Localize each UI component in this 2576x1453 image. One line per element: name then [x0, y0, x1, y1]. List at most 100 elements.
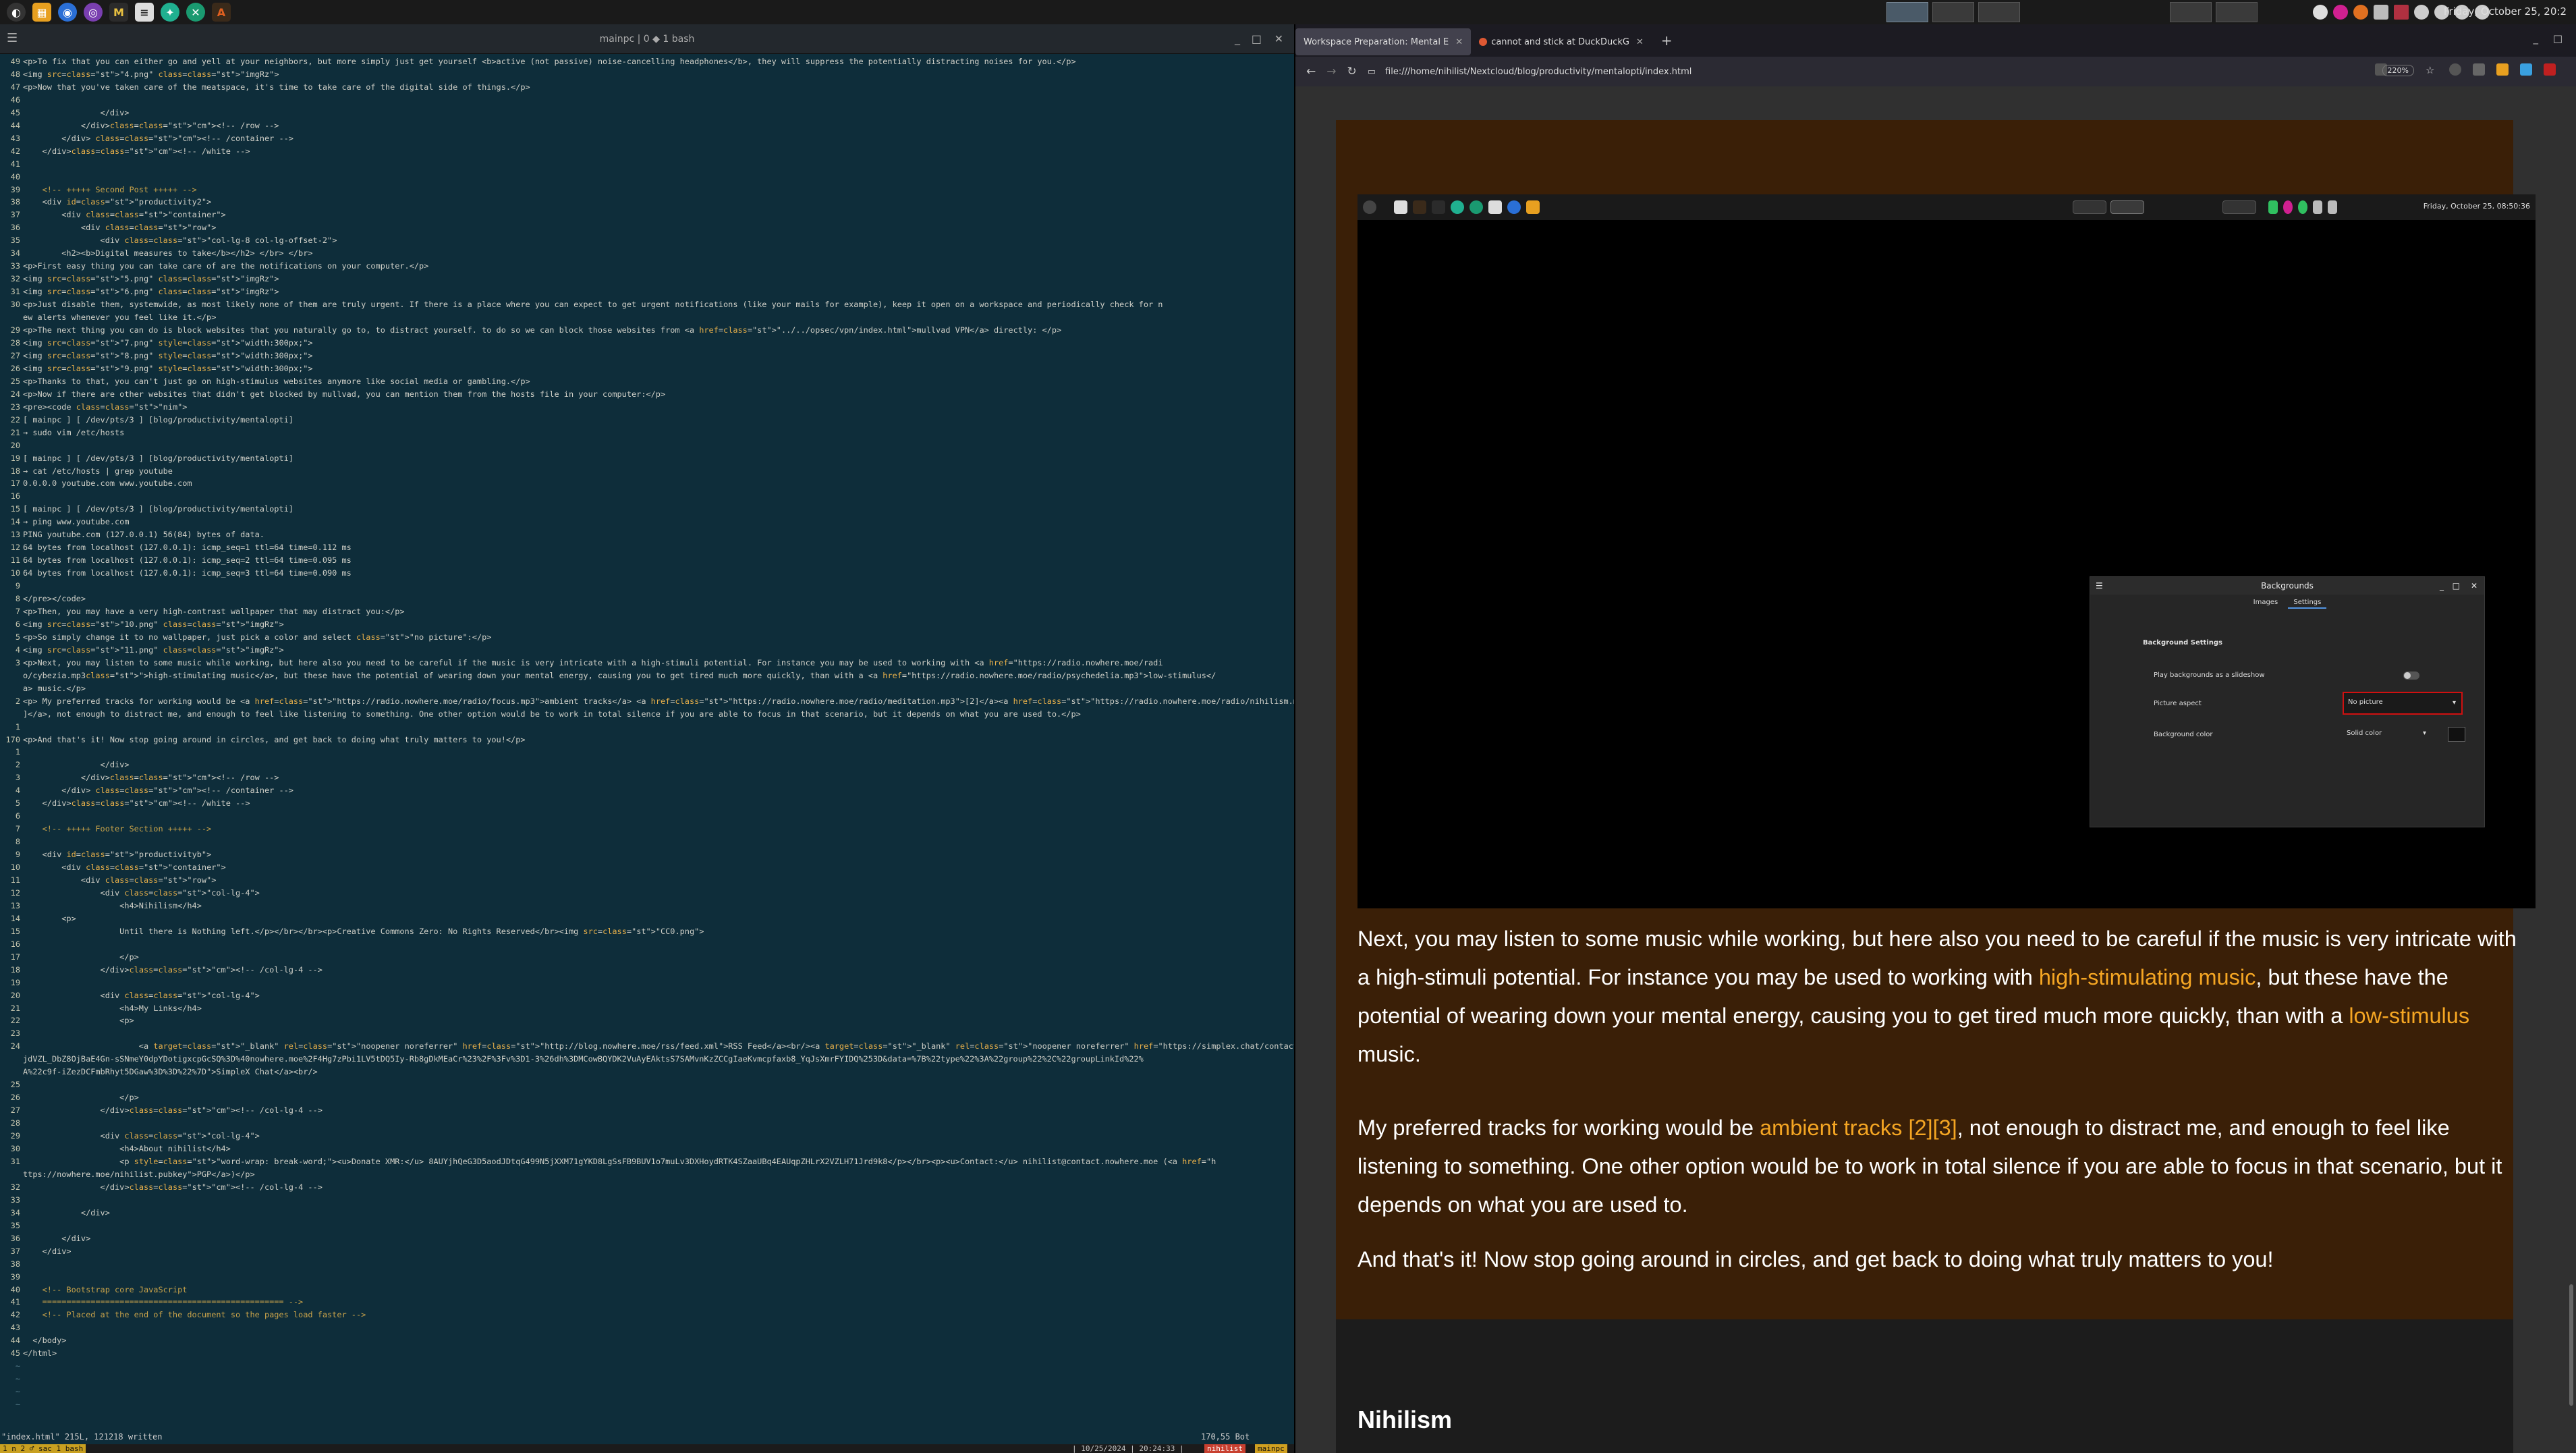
tmux-windows[interactable]: 1 n 2 ♂ sac 1 bash: [0, 1444, 86, 1453]
code-line: 23: [3, 1027, 1294, 1040]
paragraph-music: Next, you may listen to some music while…: [1357, 920, 2525, 1074]
flag-icon[interactable]: [2394, 5, 2409, 20]
close-icon[interactable]: ✕: [1275, 32, 1283, 45]
code-text: a> music.</p>: [23, 683, 86, 693]
backgrounds-dialog: ☰ Backgrounds _ □ ✕ Images Settings Back…: [2090, 576, 2485, 827]
link-track-3[interactable]: [3]: [1933, 1116, 1957, 1140]
tab-active[interactable]: Workspace Preparation: Mental E ✕: [1295, 28, 1472, 55]
line-number: 12: [10, 887, 20, 898]
code-text: <div class=class="st">"container">: [23, 210, 226, 220]
new-tab-icon[interactable]: +: [1661, 32, 1673, 49]
page-viewport[interactable]: Friday, October 25, 08:50:36 ☰ Backgroun…: [1295, 86, 2576, 1453]
line-number: 31: [10, 1156, 20, 1166]
slideshow-label: Play backgrounds as a slideshow: [2154, 671, 2265, 679]
code-line: ~: [3, 1373, 1294, 1386]
page-scrollbar[interactable]: [2569, 1284, 2573, 1406]
code-line: 6 <img src=class="st">"10.png" class=clas…: [3, 618, 1294, 631]
app-icon[interactable]: ✕: [186, 3, 205, 22]
code-text: <img src=class="st">"6.png" class=class=…: [23, 287, 279, 297]
printer-icon[interactable]: [2374, 5, 2388, 20]
code-text: 0.0.0.0 youtube.com www.youtube.com: [23, 478, 192, 489]
line-number: 29: [10, 1131, 20, 1141]
workspace-3[interactable]: [1978, 2, 2020, 22]
window-1[interactable]: [2170, 2, 2212, 22]
volume-icon[interactable]: [2414, 5, 2429, 20]
close-icon: ✕: [2470, 581, 2477, 591]
maximize-icon[interactable]: □: [1252, 32, 1262, 45]
maximize-icon[interactable]: □: [2553, 32, 2563, 45]
maximize-icon: □: [2452, 581, 2460, 591]
line-number: 3: [15, 773, 20, 783]
vim-buffer[interactable]: 49 <p>To fix that you can either go and y…: [0, 55, 1294, 1432]
firefox-icon[interactable]: ◉: [58, 3, 77, 22]
code-line: 31 <img src=class="st">"6.png" class=clas…: [3, 285, 1294, 298]
forward-icon[interactable]: →: [1326, 65, 1336, 78]
line-number: 37: [10, 210, 20, 220]
editor-icon[interactable]: ≡: [135, 3, 154, 22]
extension-icon[interactable]: [2473, 63, 2485, 76]
code-line: 6: [3, 810, 1294, 823]
code-line: 35 <div class=class="st">"col-lg-8 col-l…: [3, 234, 1294, 247]
code-text: <div class=class="st">"container">: [23, 862, 226, 873]
workspace-1[interactable]: [1886, 2, 1928, 22]
app-tray-icon: [2298, 200, 2307, 214]
zoom-level[interactable]: 220%: [2382, 65, 2414, 76]
url-bar[interactable]: file:///home/nihilist/Nextcloud/blog/pro…: [1385, 67, 1691, 77]
code-line: 15[ mainpc ] [ /dev/pts/3 ] [blog/produc…: [3, 503, 1294, 516]
back-icon[interactable]: ←: [1306, 65, 1316, 78]
line-number: 15: [10, 504, 20, 514]
line-number: 28: [10, 337, 20, 348]
code-line: 25: [3, 1078, 1294, 1091]
app-icon[interactable]: A: [212, 3, 231, 22]
code-text: </div>class=class="st">"cm"><!-- /row --…: [23, 773, 279, 783]
tab-close-icon[interactable]: ✕: [1455, 37, 1463, 47]
picture-aspect-value: No picture: [2348, 698, 2383, 706]
code-text: <h4>About nihilist</h4>: [23, 1144, 231, 1154]
thunderbird-icon[interactable]: M: [109, 3, 128, 22]
code-line: 18 </div>class=class="st">"cm"><!-- /col…: [3, 964, 1294, 977]
line-number: 11: [10, 875, 20, 885]
line-number: 25: [10, 376, 20, 386]
line-number: 8: [15, 594, 20, 604]
tab-duckduckgo[interactable]: cannot and stick at DuckDuckG ✕: [1471, 28, 1652, 55]
code-text: </div>: [23, 107, 130, 117]
link-track-2[interactable]: [2]: [1908, 1116, 1932, 1140]
app-icon[interactable]: ✦: [161, 3, 179, 22]
code-line: 43 </div> class=class="st">"cm"><!-- /co…: [3, 132, 1294, 145]
minimize-icon[interactable]: _: [2533, 32, 2539, 45]
app-tray-icon[interactable]: [2333, 5, 2348, 20]
bookmark-star-icon[interactable]: ☆: [2426, 63, 2438, 76]
line-number: 11: [10, 555, 20, 566]
code-line: 33: [3, 1194, 1294, 1207]
code-line: 39 <!-- +++++ Second Post +++++ -->: [3, 184, 1294, 196]
code-line: 25 <p>Thanks to that, you can't just go o…: [3, 375, 1294, 388]
window-1: [2222, 200, 2256, 214]
app-menu-icon[interactable]: ◐: [7, 3, 26, 22]
app-tray-icon[interactable]: [2313, 5, 2328, 20]
section-heading: Background Settings: [2143, 639, 2222, 647]
code-text: A%22c9f-iZezDCFmbRhyt5DGaw%3D%3D%22%7D">…: [23, 1067, 318, 1077]
clock[interactable]: Friday, October 25, 20:2: [2444, 5, 2567, 18]
link-high-stimulating-music[interactable]: high-stimulating music: [2039, 965, 2256, 989]
code-line: 7 <!-- +++++ Footer Section +++++ -->: [3, 823, 1294, 835]
code-text: <p>So simply change it to no wallpaper, …: [23, 632, 492, 642]
link-low-stimulus[interactable]: low-stimulus: [2349, 1004, 2469, 1028]
tor-icon[interactable]: ◎: [84, 3, 103, 22]
code-line: ]</a>, not enough to distract me, and en…: [3, 708, 1294, 721]
link-ambient-tracks[interactable]: ambient tracks: [1760, 1116, 1902, 1140]
workspace-2[interactable]: [1932, 2, 1974, 22]
tab-close-icon[interactable]: ✕: [1636, 37, 1644, 47]
line-number: 44: [10, 120, 20, 130]
code-line: 11 64 bytes from localhost (127.0.0.1): i…: [3, 554, 1294, 567]
extension-icon[interactable]: [2496, 63, 2509, 76]
minimize-icon[interactable]: _: [1235, 32, 1240, 45]
line-number: 34: [10, 1207, 20, 1217]
download-icon[interactable]: [2520, 63, 2532, 76]
app-tray-icon[interactable]: [2353, 5, 2368, 20]
shield-icon[interactable]: [2449, 63, 2461, 76]
reload-icon[interactable]: ↻: [1347, 65, 1357, 78]
files-icon[interactable]: ▦: [32, 3, 51, 22]
window-2[interactable]: [2216, 2, 2258, 22]
code-line: 35: [3, 1219, 1294, 1232]
ublock-icon[interactable]: [2544, 63, 2556, 76]
